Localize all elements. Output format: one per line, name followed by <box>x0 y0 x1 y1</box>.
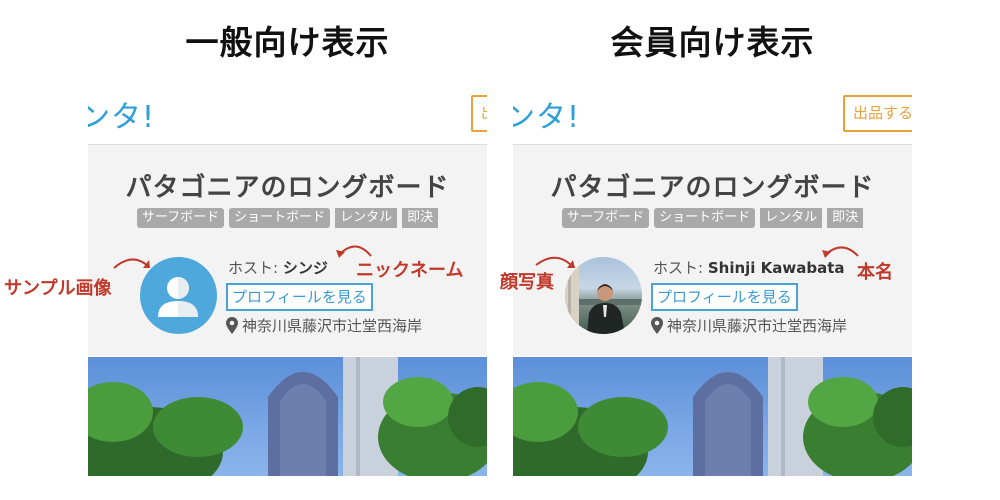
list-item-button[interactable]: 出 <box>471 95 487 132</box>
face-photo-image <box>565 257 642 334</box>
tag-shortboard[interactable]: ショートボード <box>654 208 756 228</box>
listing-photo[interactable] <box>88 357 487 476</box>
list-item-button[interactable]: 出品する <box>843 95 912 132</box>
host-name: Shinji Kawabata <box>707 259 845 277</box>
panel-member: ンタ! 出品する パタゴニアのロングボード サーフボード ショートボード レンタ… <box>513 88 912 476</box>
surfboard-photo <box>88 357 487 476</box>
location: 神奈川県藤沢市辻堂西海岸 <box>651 315 847 336</box>
tag-list: サーフボード ショートボード レンタル 即決 <box>88 208 487 228</box>
listing-photo[interactable] <box>513 357 912 476</box>
location-text: 神奈川県藤沢市辻堂西海岸 <box>242 317 423 335</box>
view-profile-button[interactable]: プロフィールを見る <box>226 283 373 311</box>
brand-logo[interactable]: ンタ! <box>88 92 155 135</box>
location: 神奈川県藤沢市辻堂西海岸 <box>226 315 422 336</box>
tag-instant[interactable]: 即決 <box>402 208 439 228</box>
view-profile-button[interactable]: プロフィールを見る <box>651 283 798 311</box>
brand-logo[interactable]: ンタ! <box>513 92 580 135</box>
tag-surfboard[interactable]: サーフボード <box>136 208 225 228</box>
avatar[interactable] <box>565 257 642 334</box>
host-label: ホスト: <box>653 259 704 277</box>
location-pin-icon <box>226 317 238 334</box>
tag-surfboard[interactable]: サーフボード <box>561 208 650 228</box>
panel-general: ンタ! 出 パタゴニアのロングボード サーフボード ショートボード レンタル 即… <box>88 88 487 476</box>
annotation-sample-image: サンプル画像 <box>4 278 112 299</box>
host-info: ホスト: Shinji Kawabata <box>653 257 845 278</box>
host-info: ホスト: シンジ <box>228 257 328 278</box>
annotation-real-name: 本名 <box>857 262 893 283</box>
annotation-nickname: ニックネーム <box>356 260 464 281</box>
host-label: ホスト: <box>228 259 279 277</box>
tag-shortboard[interactable]: ショートボード <box>229 208 331 228</box>
listing-title: パタゴニアのロングボード <box>550 173 875 203</box>
tag-rental[interactable]: レンタル <box>335 208 398 228</box>
tag-rental[interactable]: レンタル <box>760 208 823 228</box>
location-text: 神奈川県藤沢市辻堂西海岸 <box>667 317 848 335</box>
listing-card: パタゴニアのロングボード サーフボード ショートボード レンタル 即決 ホスト:… <box>88 145 487 356</box>
listing-title: パタゴニアのロングボード <box>125 173 450 203</box>
user-silhouette-icon <box>158 277 198 317</box>
location-pin-icon <box>651 317 663 334</box>
tag-instant[interactable]: 即決 <box>827 208 864 228</box>
surfboard-photo <box>513 357 912 476</box>
listing-card: パタゴニアのロングボード サーフボード ショートボード レンタル 即決 ホスト:… <box>513 145 912 356</box>
annotation-face-photo: 顔写真 <box>500 272 554 293</box>
heading-general: 一般向け表示 <box>185 23 390 62</box>
avatar[interactable] <box>140 257 217 334</box>
heading-member: 会員向け表示 <box>610 23 815 62</box>
host-name: シンジ <box>282 259 328 277</box>
tag-list: サーフボード ショートボード レンタル 即決 <box>513 208 912 228</box>
